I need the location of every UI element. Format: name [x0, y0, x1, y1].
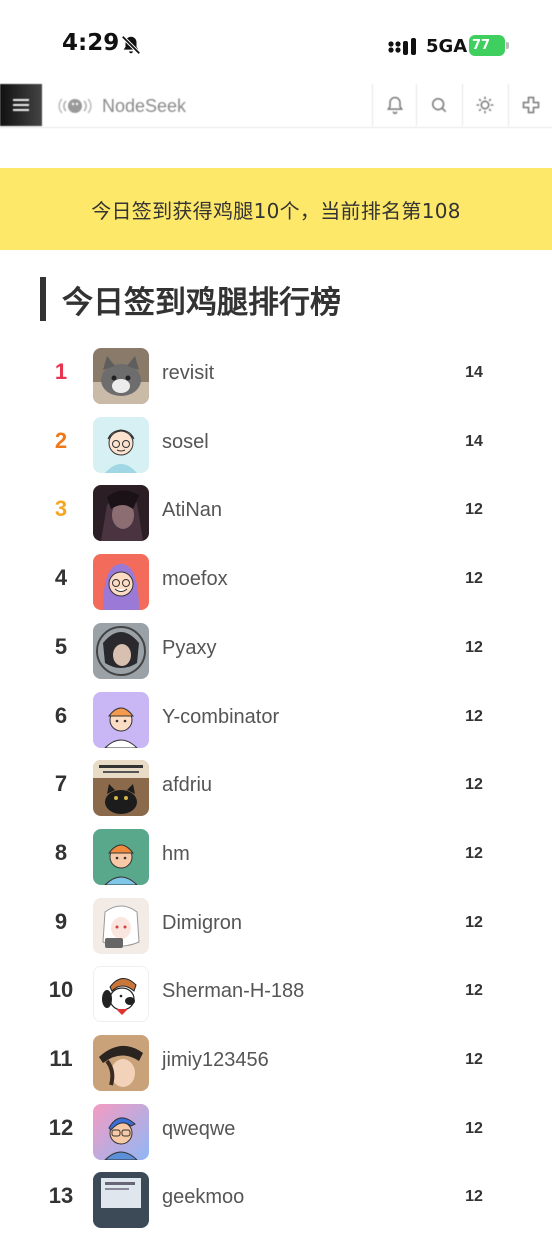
rank-number: 8: [54, 839, 68, 865]
ranking-header: 今日签到鸡腿排行榜: [40, 276, 341, 322]
username-link[interactable]: afdriu: [162, 774, 212, 797]
search-button[interactable]: [416, 84, 460, 126]
rank-number: 12: [48, 1114, 74, 1140]
bell-icon: [386, 96, 403, 115]
theme-toggle-button[interactable]: [462, 84, 506, 126]
menu-icon: [13, 99, 29, 111]
checkin-score: 12: [465, 776, 483, 794]
notifications-button[interactable]: [372, 84, 416, 126]
user-avatar[interactable]: [93, 760, 149, 817]
checkin-score: 12: [465, 1119, 483, 1137]
checkin-score: 14: [465, 364, 483, 381]
username-link[interactable]: Pyaxy: [162, 637, 216, 660]
ranking-row: 11 jimiy123456 12: [0, 1029, 552, 1098]
checkin-score: 12: [465, 913, 483, 931]
ranking-row: 3 AtiNan 12: [0, 479, 552, 548]
user-avatar[interactable]: [93, 897, 149, 954]
status-bar: 4:29 5GA 77: [0, 0, 552, 84]
username-link[interactable]: hm: [162, 843, 190, 866]
rank-number: 4: [54, 565, 68, 591]
ranking-row: 6 Y-combinator 12: [0, 686, 552, 755]
rank-number: 9: [54, 908, 68, 934]
checkin-notice-text: 今日签到获得鸡腿10个，当前排名第108: [91, 198, 461, 223]
network-label: 5GA: [426, 36, 468, 57]
rank-number: 1: [54, 359, 68, 384]
checkin-score: 12: [465, 982, 483, 1000]
checkin-score: 12: [465, 1188, 483, 1206]
checkin-score: 12: [465, 501, 483, 519]
user-avatar[interactable]: [93, 554, 149, 611]
rank-number: 6: [54, 702, 68, 728]
rank-number: 7: [54, 771, 68, 797]
section-accent-bar: [40, 277, 46, 321]
search-icon: [431, 98, 446, 113]
username-link[interactable]: Sherman-H-188: [162, 980, 304, 1003]
battery-icon: 77: [469, 35, 509, 56]
user-avatar[interactable]: [93, 348, 149, 404]
ranking-row: 8 hm 12: [0, 823, 552, 892]
rank-number: 11: [49, 1046, 73, 1071]
battery-level: 77: [469, 35, 505, 56]
sun-icon: [476, 96, 493, 114]
ranking-row: 4 moefox 12: [0, 548, 552, 617]
user-avatar[interactable]: [93, 1103, 149, 1160]
checkin-notice-banner: 今日签到获得鸡腿10个，当前排名第108: [0, 168, 552, 250]
checkin-score: 14: [465, 432, 483, 450]
username-link[interactable]: geekmoo: [162, 1186, 244, 1209]
checkin-score: 12: [465, 707, 483, 725]
rank-number: 10: [48, 977, 74, 1003]
nodeseek-logo-icon: [58, 98, 92, 114]
user-avatar[interactable]: [93, 1035, 149, 1091]
ranking-row: 2 sosel 14: [0, 411, 552, 480]
username-link[interactable]: sosel: [162, 431, 209, 454]
username-link[interactable]: AtiNan: [162, 499, 222, 522]
ranking-row: 1 revisit 14: [0, 342, 552, 411]
rank-number: 5: [54, 633, 68, 659]
user-avatar[interactable]: [93, 828, 149, 885]
ranking-row: 10 Sherman-H-188 12: [0, 960, 552, 1029]
ranking-row: 7 afdriu 12: [0, 754, 552, 823]
ranking-row: 9 Dimigron 12: [0, 892, 552, 961]
signal-icon: [388, 38, 416, 55]
checkin-score: 12: [465, 844, 483, 862]
bell-off-icon: [121, 35, 141, 55]
rank-number: 13: [48, 1183, 74, 1209]
ranking-row: 13 geekmoo 12: [0, 1166, 552, 1235]
ranking-row: 5 Pyaxy 12: [0, 617, 552, 686]
menu-button[interactable]: [0, 84, 42, 126]
site-header: NodeSeek: [0, 84, 552, 128]
checkin-score: 12: [465, 638, 483, 656]
username-link[interactable]: qweqwe: [162, 1118, 235, 1141]
rank-number: 3: [54, 496, 68, 522]
user-avatar[interactable]: [93, 691, 149, 748]
username-link[interactable]: Y-combinator: [162, 706, 279, 729]
brand-logo[interactable]: NodeSeek: [56, 92, 186, 120]
checkin-score: 12: [465, 1051, 483, 1068]
new-post-button[interactable]: [508, 84, 552, 126]
user-avatar[interactable]: [93, 485, 149, 542]
rank-number: 2: [54, 427, 68, 453]
checkin-score: 12: [465, 570, 483, 588]
user-avatar[interactable]: [93, 622, 149, 679]
username-link[interactable]: Dimigron: [162, 912, 242, 935]
plus-icon: [522, 96, 539, 114]
brand-name: NodeSeek: [102, 95, 187, 116]
ranking-title: 今日签到鸡腿排行榜: [62, 284, 341, 321]
user-avatar[interactable]: [93, 1172, 149, 1229]
username-link[interactable]: revisit: [162, 362, 214, 385]
user-avatar[interactable]: [93, 416, 149, 473]
username-link[interactable]: jimiy123456: [162, 1049, 269, 1072]
ranking-row: 12 qweqwe 12: [0, 1098, 552, 1167]
username-link[interactable]: moefox: [162, 568, 228, 591]
status-time: 4:29: [62, 30, 120, 56]
user-avatar[interactable]: [93, 966, 149, 1023]
